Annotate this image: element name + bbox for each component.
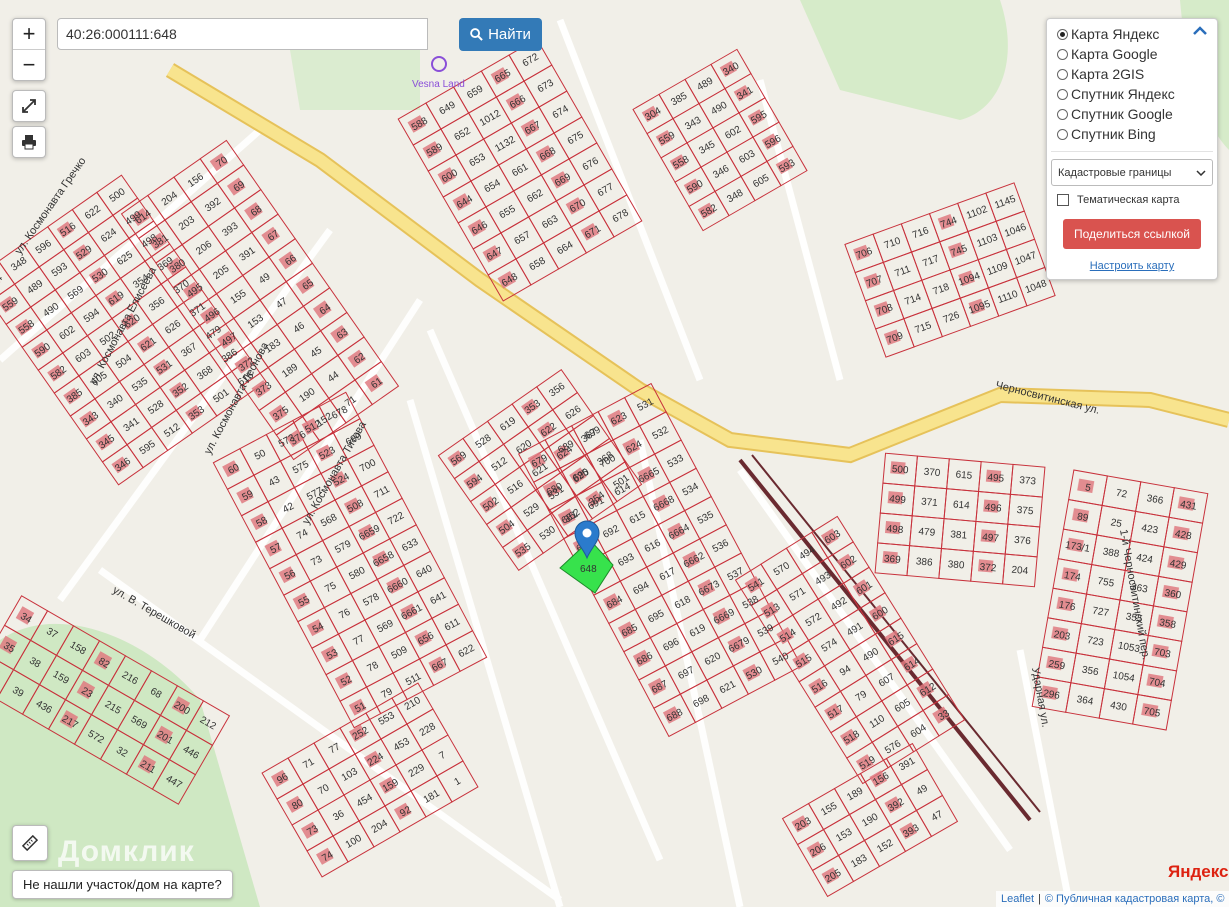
search-button-label: Найти [488, 26, 531, 43]
base-layer-label: Спутник Google [1071, 106, 1173, 122]
search-icon [470, 28, 483, 41]
printer-icon [22, 135, 36, 150]
fullscreen-icon [22, 99, 36, 113]
radio-button[interactable] [1057, 128, 1068, 140]
parcel-number-label: 495 [987, 472, 1005, 484]
base-layer-option[interactable]: Карта Google [1047, 44, 1217, 64]
parcel-number-label: 371 [921, 497, 939, 509]
cadastral-map[interactable]: 3045595585905823853433453463484894906026… [0, 0, 1229, 907]
parcel-number-label: 496 [984, 502, 1002, 514]
search-button[interactable]: Найти [459, 18, 542, 51]
parcel-number-label: 376 [1014, 535, 1032, 547]
parcel-number-label: 500 [891, 464, 909, 476]
base-layer-option[interactable]: Спутник Google [1047, 104, 1217, 124]
parcel-number-label: 499 [889, 494, 907, 506]
parcel-number-label: 498 [886, 524, 904, 536]
base-layer-label: Карта 2GIS [1071, 66, 1145, 82]
cadastral-source-link[interactable]: © Публичная кадастровая карта, © [1045, 893, 1225, 905]
parcel-number-label: 381 [950, 529, 968, 541]
thematic-map-label: Тематическая карта [1077, 194, 1180, 206]
parcel-number-label: 380 [947, 559, 965, 571]
configure-map-link[interactable]: Настроить карту [1047, 260, 1217, 272]
base-layer-label: Карта Google [1071, 46, 1158, 62]
chevron-up-icon[interactable] [1193, 26, 1207, 36]
parcel-number-label: 372 [979, 562, 997, 574]
base-layer-label: Спутник Яндекс [1071, 86, 1175, 102]
map-attribution: Leaflet | © Публичная кадастровая карта,… [996, 891, 1229, 907]
parcel-number-label: 370 [923, 467, 941, 479]
measure-button[interactable] [12, 825, 48, 861]
radio-button[interactable] [1057, 68, 1068, 80]
selected-parcel-label: 648 [580, 564, 597, 575]
attribution-separator: | [1038, 893, 1041, 905]
parcel-number-label: 373 [1019, 475, 1037, 487]
leaflet-link[interactable]: Leaflet [1001, 893, 1034, 905]
yandex-logo: Яндекс [1168, 862, 1229, 881]
domclick-watermark: Домклик [58, 835, 195, 868]
thematic-map-toggle[interactable]: Тематическая карта [1057, 194, 1179, 206]
parcel-number-label: 614 [952, 499, 970, 511]
not-found-button[interactable]: Не нашли участок/дом на карте? [12, 870, 233, 899]
radio-button[interactable] [1057, 48, 1068, 60]
thematic-map-checkbox[interactable] [1057, 194, 1069, 206]
radio-button[interactable] [1057, 88, 1068, 100]
print-button[interactable] [12, 126, 46, 158]
svg-text:Vesna Land: Vesna Land [412, 79, 465, 90]
base-layer-label: Карта Яндекс [1071, 26, 1160, 42]
parcel-number-label: 386 [915, 556, 933, 568]
chevron-down-icon [1196, 169, 1206, 176]
base-layer-label: Спутник Bing [1071, 126, 1156, 142]
cadastral-search-input[interactable] [57, 18, 428, 50]
base-layer-option[interactable]: Спутник Яндекс [1047, 84, 1217, 104]
ruler-icon [22, 835, 38, 851]
overlay-layer-value: Кадастровые границы [1058, 166, 1172, 179]
radio-button[interactable] [1057, 108, 1068, 120]
parcel-number-label: 497 [982, 532, 1000, 544]
zoom-out-button[interactable]: − [13, 49, 45, 80]
map-layers-panel: Карта Яндекс Карта Google Карта 2GIS Спутни… [1046, 18, 1218, 280]
share-link-button[interactable]: Поделиться ссылкой [1063, 219, 1201, 249]
base-layer-option[interactable]: Карта 2GIS [1047, 64, 1217, 84]
parcel-number-label: 375 [1016, 505, 1034, 517]
base-layer-option[interactable]: Карта Яндекс [1047, 24, 1217, 44]
parcel-number-label: 204 [1011, 565, 1029, 577]
zoom-control: + − [12, 18, 46, 81]
fullscreen-button[interactable] [12, 90, 46, 122]
parcel-number-label: 615 [955, 469, 973, 481]
base-layer-option[interactable]: Спутник Bing [1047, 124, 1217, 144]
parcel-number-label: 369 [883, 554, 901, 566]
radio-button[interactable] [1057, 28, 1068, 40]
parcel-number-label: 479 [918, 526, 936, 538]
zoom-in-button[interactable]: + [13, 19, 45, 49]
overlay-layer-select[interactable]: Кадастровые границы [1051, 159, 1213, 186]
